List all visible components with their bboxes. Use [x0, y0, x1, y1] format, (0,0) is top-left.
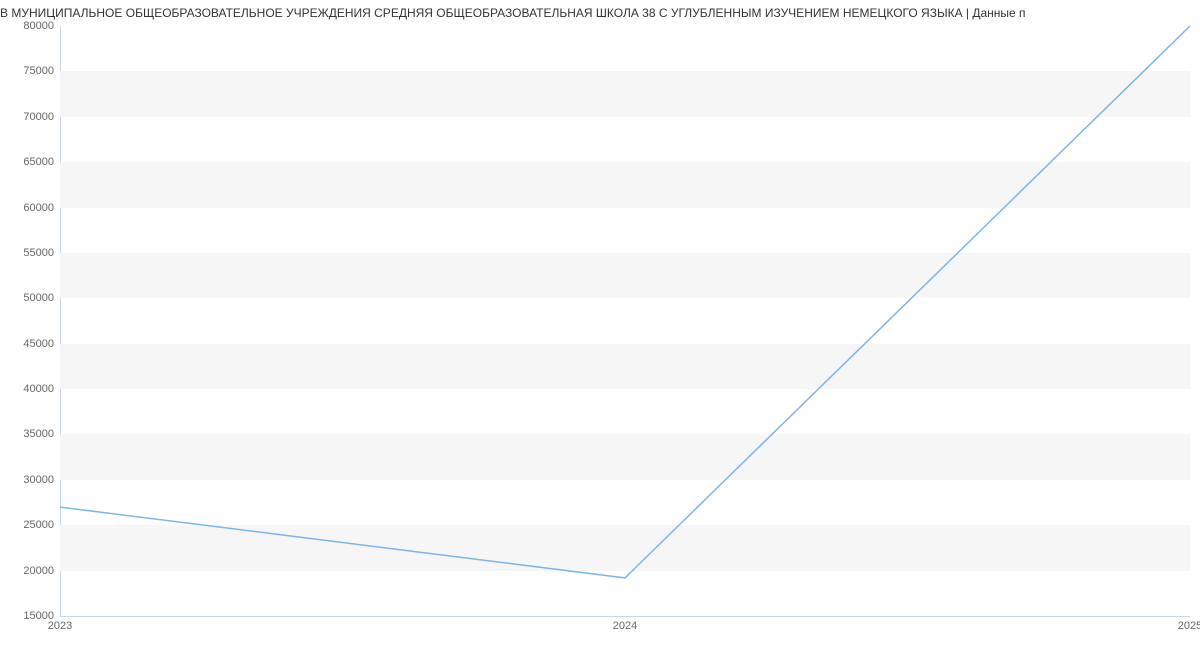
y-tick-label: 50000	[4, 292, 54, 304]
series1-path	[60, 26, 1190, 578]
y-tick-label: 60000	[4, 202, 54, 214]
y-tick-label: 75000	[4, 65, 54, 77]
y-tick-label: 80000	[4, 20, 54, 32]
y-tick-label: 20000	[4, 565, 54, 577]
line-series	[60, 26, 1190, 616]
y-tick-label: 30000	[4, 474, 54, 486]
y-tick-label: 40000	[4, 383, 54, 395]
x-tick-label: 2025	[1178, 620, 1200, 632]
chart-title: В МУНИЦИПАЛЬНОЕ ОБЩЕОБРАЗОВАТЕЛЬНОЕ УЧРЕ…	[0, 6, 1200, 20]
y-tick-label: 45000	[4, 338, 54, 350]
plot-area	[60, 26, 1190, 616]
y-tick-label: 65000	[4, 156, 54, 168]
x-tick-label: 2024	[613, 620, 637, 632]
y-tick-label: 55000	[4, 247, 54, 259]
x-axis-line	[60, 616, 1190, 617]
x-tick-label: 2023	[48, 620, 72, 632]
y-tick-label: 35000	[4, 428, 54, 440]
y-tick-label: 70000	[4, 111, 54, 123]
y-tick-label: 25000	[4, 519, 54, 531]
y-tick-label: 15000	[4, 610, 54, 622]
